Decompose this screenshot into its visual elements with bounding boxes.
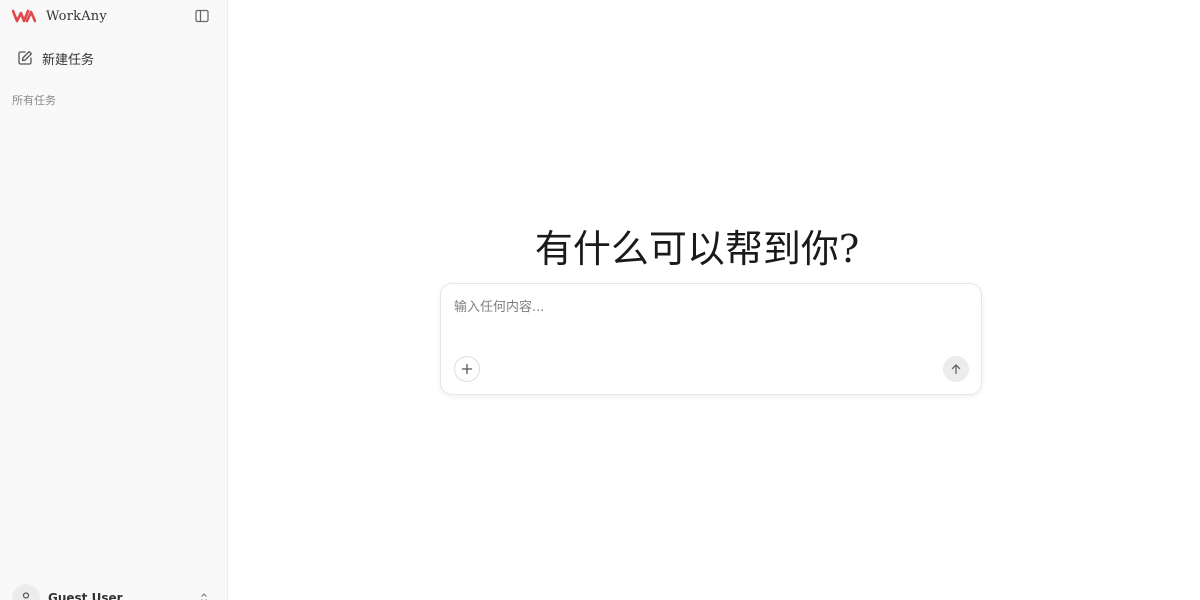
send-button[interactable] bbox=[943, 356, 969, 382]
app-window: WorkAny 新建任务 所有任务 Guest User 有什么可以帮到你? 输… bbox=[0, 0, 1200, 600]
edit-icon bbox=[18, 50, 33, 65]
all-tasks-section-label: 所有任务 bbox=[12, 94, 56, 107]
user-menu[interactable]: Guest User bbox=[12, 584, 216, 600]
main-content: 有什么可以帮到你? bbox=[228, 0, 1200, 600]
avatar bbox=[12, 584, 40, 600]
new-task-button[interactable]: 新建任务 bbox=[10, 44, 216, 72]
sidebar-toggle-icon[interactable] bbox=[194, 8, 210, 24]
arrow-up-icon bbox=[951, 364, 961, 375]
prompt-composer bbox=[440, 283, 982, 395]
headline-text: 有什么可以帮到你? bbox=[534, 227, 860, 271]
app-title: WorkAny bbox=[46, 8, 107, 24]
sidebar-header: WorkAny bbox=[12, 6, 216, 26]
sidebar: WorkAny 新建任务 所有任务 Guest User bbox=[0, 0, 228, 600]
page-title: 有什么可以帮到你? bbox=[228, 218, 1200, 273]
plus-icon bbox=[461, 363, 473, 375]
new-task-label: 新建任务 bbox=[42, 52, 95, 68]
user-icon bbox=[22, 592, 30, 599]
attach-button[interactable] bbox=[454, 356, 480, 382]
chevron-up-down-icon bbox=[201, 593, 207, 600]
workany-logo-icon bbox=[12, 9, 36, 23]
prompt-input[interactable] bbox=[454, 296, 954, 318]
user-name: Guest User bbox=[48, 591, 123, 600]
